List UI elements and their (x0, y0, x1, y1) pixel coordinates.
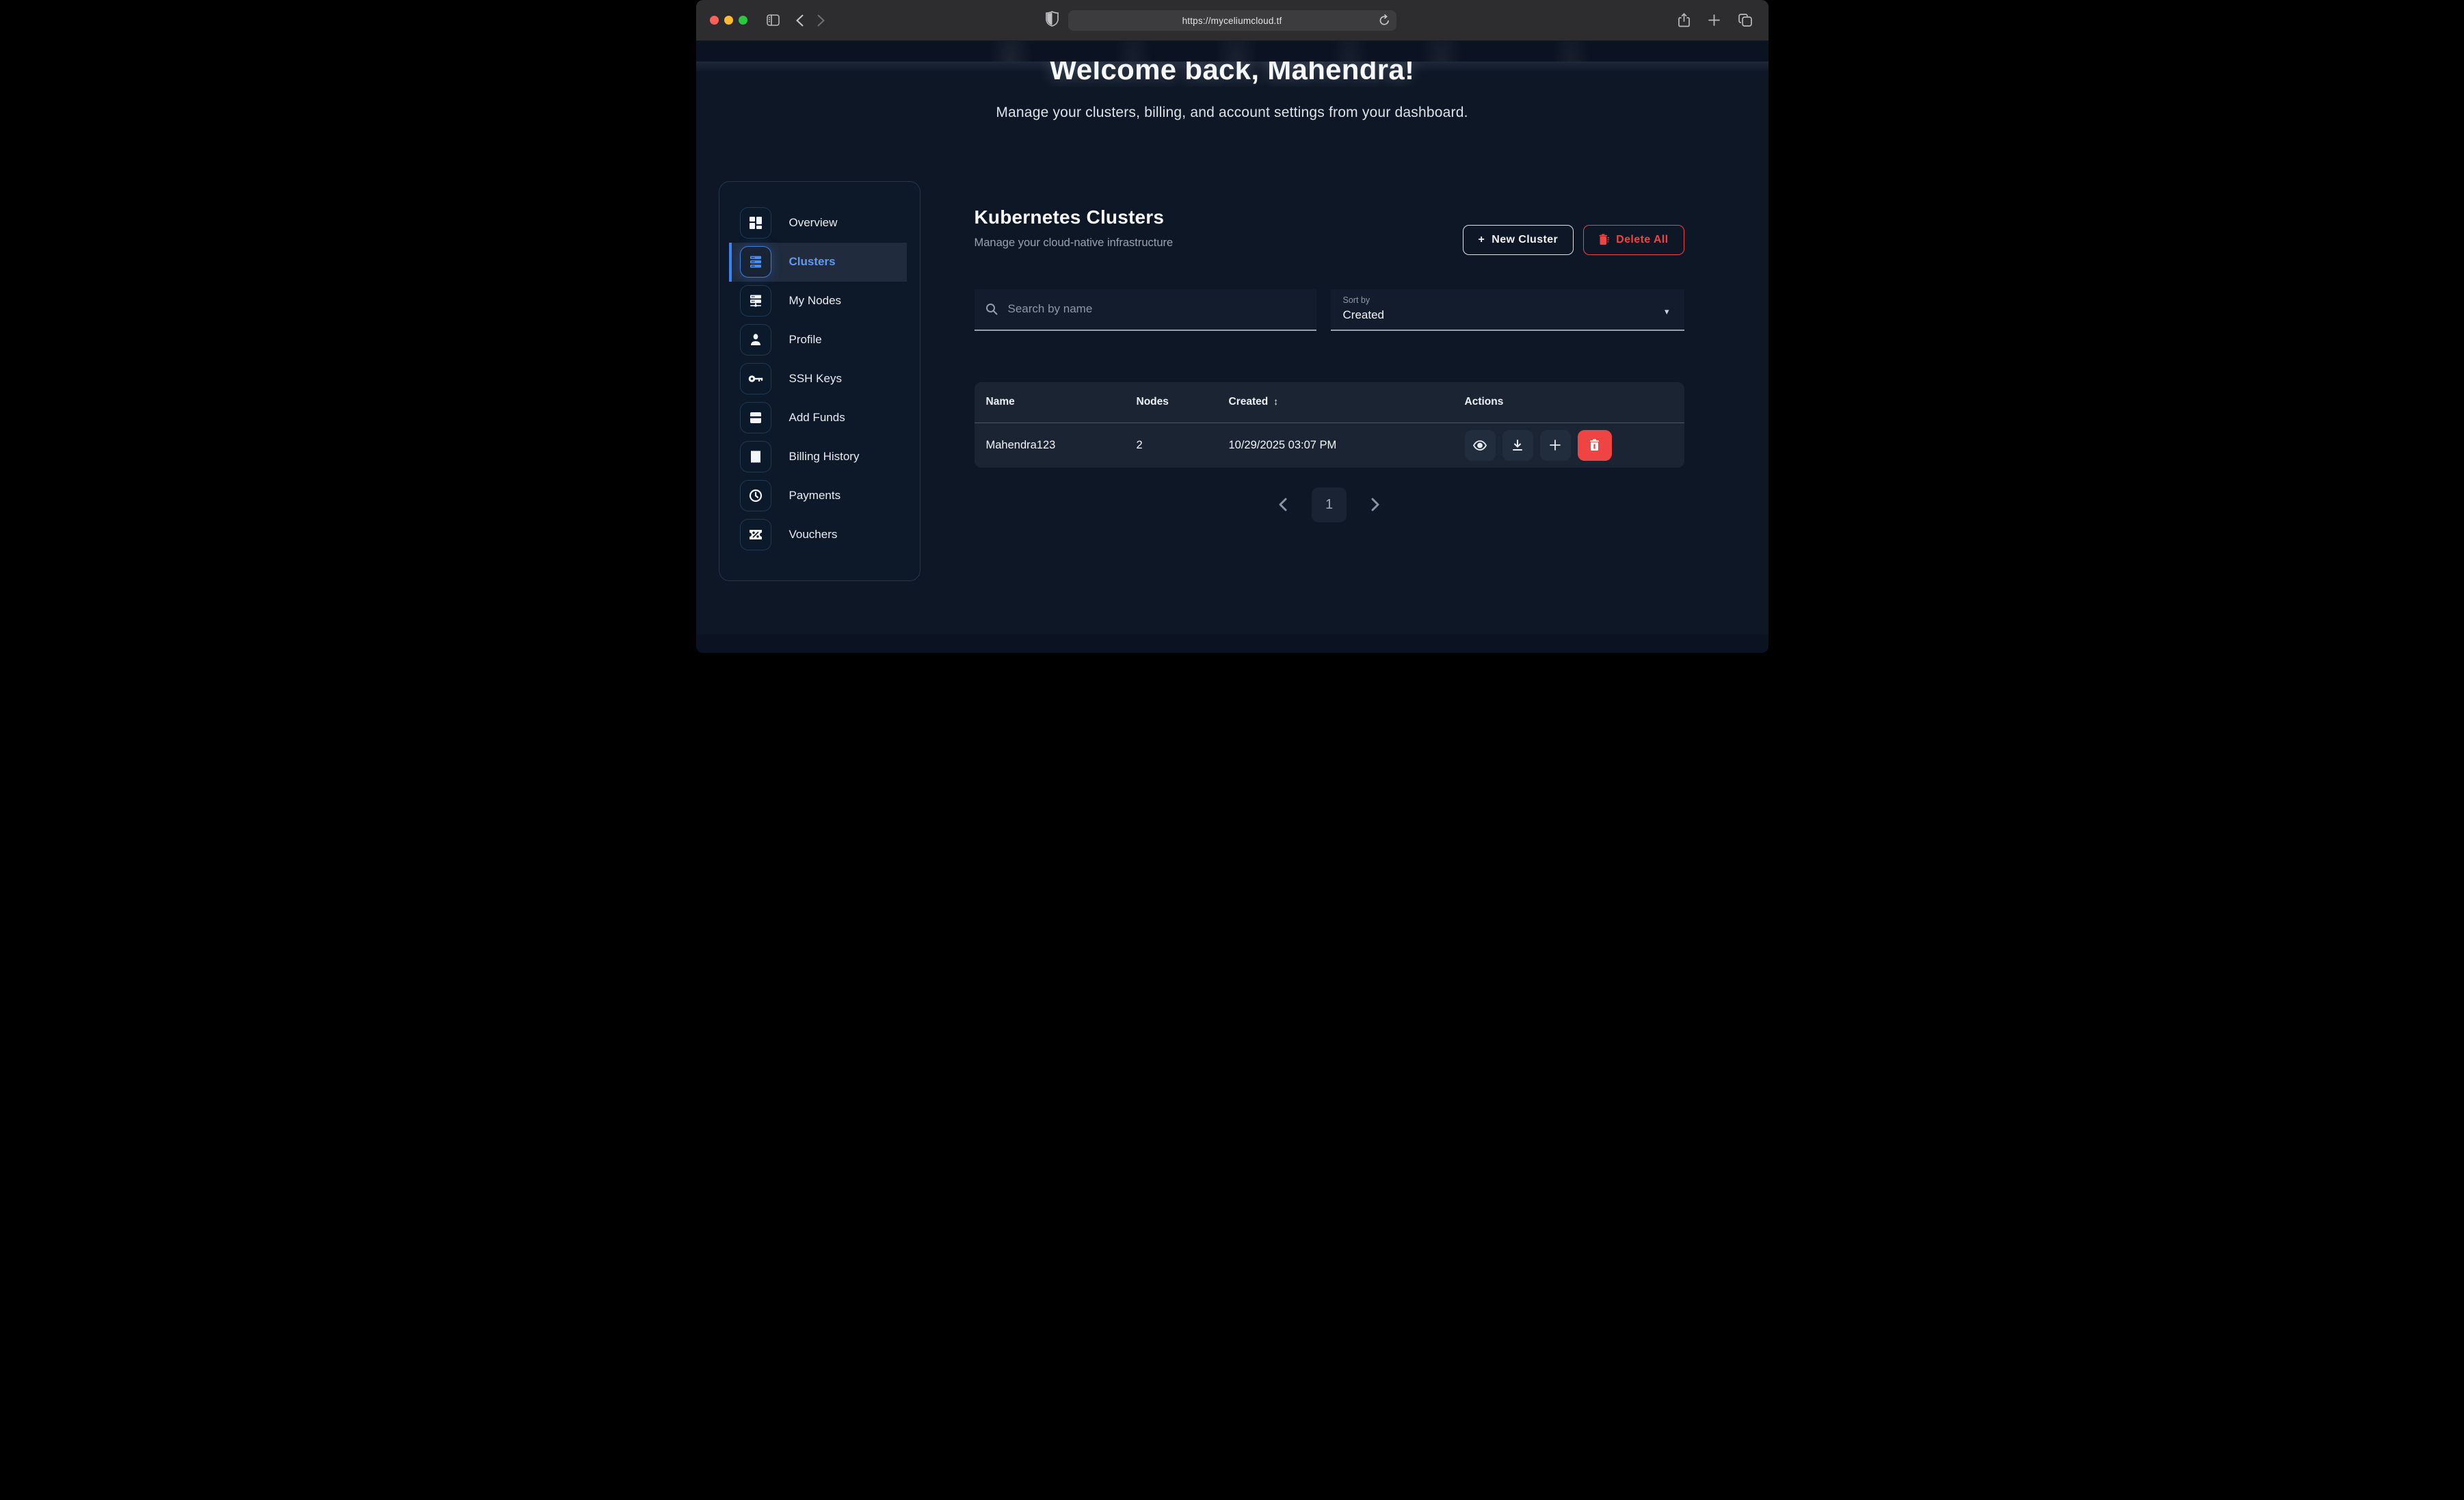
sidebar-item-label: My Nodes (789, 294, 842, 308)
main-panel: Kubernetes Clusters Manage your cloud-na… (920, 181, 1768, 522)
row-actions (1465, 430, 1673, 461)
chevron-down-icon: ▾ (1665, 306, 1669, 317)
traffic-lights (710, 16, 747, 25)
cell-cluster-nodes: 2 (1137, 439, 1229, 452)
sort-label: Sort by (1343, 295, 1672, 305)
privacy-shield-icon[interactable] (1046, 11, 1059, 27)
sidebar: Overview Clusters (719, 181, 920, 581)
tab-overview-icon[interactable] (1738, 14, 1752, 27)
zoom-window-button[interactable] (739, 16, 747, 25)
cell-cluster-name: Mahendra123 (986, 439, 1137, 452)
column-header-actions: Actions (1465, 396, 1673, 408)
delete-cluster-button[interactable] (1578, 430, 1612, 461)
download-kubeconfig-button[interactable] (1502, 430, 1533, 461)
hero: Welcome back, Mahendra! (696, 62, 1768, 87)
dashboard-icon (740, 207, 771, 239)
receipt-icon (740, 441, 771, 472)
search-icon (985, 303, 998, 315)
clusters-table: Name Nodes Created↕ Actions Mahendra123 … (975, 382, 1684, 468)
search-field[interactable] (975, 289, 1316, 331)
trash-icon (1599, 234, 1609, 245)
table-header-row: Name Nodes Created↕ Actions (975, 382, 1684, 423)
address-bar[interactable]: https://myceliumcloud.tf (1068, 10, 1396, 31)
sidebar-item-billing-history[interactable]: Billing History (729, 438, 907, 477)
url-text: https://myceliumcloud.tf (1182, 16, 1282, 26)
forward-button[interactable] (817, 14, 825, 27)
add-node-button[interactable] (1540, 430, 1571, 461)
delete-all-button[interactable]: Delete All (1583, 225, 1684, 255)
sidebar-item-vouchers[interactable]: Vouchers (729, 515, 907, 554)
key-icon (740, 363, 771, 394)
main-heading-block: Kubernetes Clusters Manage your cloud-na… (975, 206, 1174, 255)
page-number[interactable]: 1 (1312, 487, 1347, 522)
next-page-button[interactable] (1368, 495, 1382, 514)
view-cluster-button[interactable] (1465, 430, 1496, 461)
sidebar-item-my-nodes[interactable]: My Nodes (729, 282, 907, 321)
sidebar-item-label: Profile (789, 333, 822, 347)
pagination: 1 (975, 487, 1684, 522)
node-icon (740, 285, 771, 317)
servers-icon (740, 246, 771, 278)
sidebar-item-label: Add Funds (789, 411, 845, 425)
column-header-name: Name (986, 396, 1137, 408)
person-icon (740, 324, 771, 356)
hero-glow-band (696, 41, 1768, 62)
browser-chrome: https://myceliumcloud.tf (696, 0, 1768, 41)
column-header-created[interactable]: Created↕ (1229, 396, 1465, 408)
sidebar-item-overview[interactable]: Overview (729, 204, 907, 243)
table-row: Mahendra123 2 10/29/2025 03:07 PM (975, 423, 1684, 468)
new-cluster-button[interactable]: + New Cluster (1463, 225, 1574, 255)
sidebar-item-label: Payments (789, 489, 841, 503)
footer-band (696, 634, 1768, 653)
sidebar-item-profile[interactable]: Profile (729, 321, 907, 360)
sidebar-item-label: Billing History (789, 450, 860, 464)
voucher-icon (740, 519, 771, 550)
welcome-title: Welcome back, Mahendra! (696, 62, 1768, 87)
search-input[interactable] (1007, 302, 1306, 317)
back-button[interactable] (796, 14, 804, 27)
sort-updown-icon: ↕ (1273, 396, 1278, 407)
wallet-icon (740, 402, 771, 433)
sidebar-item-label: Overview (789, 216, 838, 230)
page-title: Kubernetes Clusters (975, 206, 1174, 228)
previous-page-button[interactable] (1276, 495, 1290, 514)
sidebar-item-ssh-keys[interactable]: SSH Keys (729, 360, 907, 399)
new-tab-icon[interactable] (1708, 14, 1720, 26)
share-icon[interactable] (1678, 13, 1690, 27)
minimize-window-button[interactable] (724, 16, 733, 25)
sidebar-item-label: Vouchers (789, 528, 838, 541)
cell-cluster-created: 10/29/2025 03:07 PM (1229, 439, 1465, 452)
page-content: Welcome back, Mahendra! Manage your clus… (696, 41, 1768, 653)
welcome-subtitle: Manage your clusters, billing, and accou… (696, 105, 1768, 121)
sidebar-item-label: SSH Keys (789, 372, 842, 386)
clock-icon (740, 480, 771, 511)
sort-value: Created (1343, 308, 1672, 322)
chrome-right-icons (1678, 0, 1752, 40)
browser-window: https://myceliumcloud.tf (696, 0, 1768, 653)
column-header-nodes: Nodes (1137, 396, 1229, 408)
reload-icon[interactable] (1379, 14, 1390, 26)
plus-icon: + (1479, 234, 1485, 246)
sort-select[interactable]: Sort by Created ▾ (1331, 289, 1684, 331)
page-subtitle: Manage your cloud-native infrastructure (975, 237, 1174, 250)
sidebar-item-add-funds[interactable]: Add Funds (729, 399, 907, 438)
close-window-button[interactable] (710, 16, 719, 25)
sidebar-item-payments[interactable]: Payments (729, 477, 907, 515)
sidebar-item-clusters[interactable]: Clusters (729, 243, 907, 282)
sidebar-item-label: Clusters (789, 255, 836, 269)
sidebar-toggle-icon[interactable] (767, 14, 780, 26)
